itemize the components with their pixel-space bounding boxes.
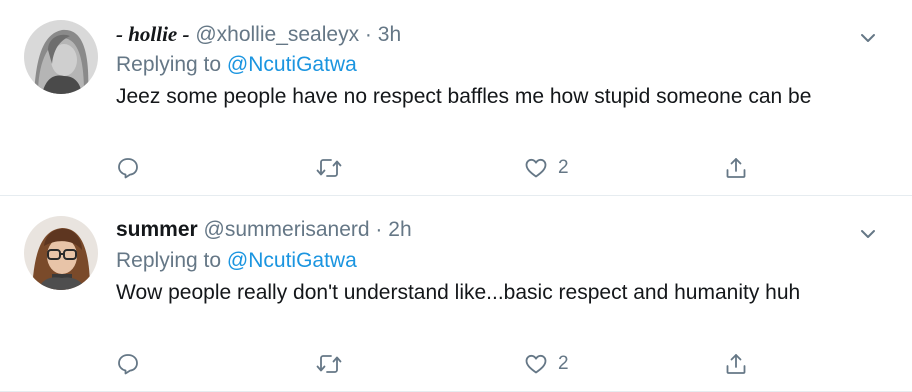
mention-link[interactable]: @NcutiGatwa xyxy=(227,249,357,272)
tweet-actions: 2 xyxy=(116,348,756,380)
display-name[interactable]: summer xyxy=(116,218,198,241)
replying-prefix: Replying to xyxy=(116,249,222,272)
like-button[interactable]: 2 xyxy=(524,152,569,184)
retweet-icon xyxy=(316,355,342,373)
reply-button[interactable] xyxy=(116,348,140,380)
avatar[interactable] xyxy=(24,216,98,290)
like-count: 2 xyxy=(558,353,569,374)
chevron-down-icon[interactable] xyxy=(858,28,878,48)
user-handle[interactable]: @summerisanerd xyxy=(204,218,370,241)
retweet-icon xyxy=(316,159,342,177)
separator-dot: · xyxy=(364,23,372,46)
avatar-photo xyxy=(24,216,98,290)
avatar[interactable] xyxy=(24,20,98,94)
tweet[interactable]: summer @summerisanerd · 2h Replying to @… xyxy=(0,196,912,392)
heart-icon xyxy=(525,354,547,374)
tweet-header: - hollie - @xhollie_sealeyx · 3h xyxy=(116,20,401,49)
reply-button[interactable] xyxy=(116,152,140,184)
reply-icon xyxy=(118,158,138,179)
share-button[interactable] xyxy=(724,348,748,380)
share-button[interactable] xyxy=(724,152,748,184)
separator-dot: · xyxy=(375,218,383,241)
reply-icon xyxy=(118,354,138,375)
share-icon xyxy=(726,158,746,178)
like-count: 2 xyxy=(558,157,569,178)
mention-link[interactable]: @NcutiGatwa xyxy=(227,53,357,76)
tweet-text: Wow people really don't understand like.… xyxy=(116,281,801,304)
replying-to-line: Replying to @NcutiGatwa xyxy=(116,247,357,275)
replying-to-line: Replying to @NcutiGatwa xyxy=(116,51,357,79)
tweet-header: summer @summerisanerd · 2h xyxy=(116,216,412,244)
like-button[interactable]: 2 xyxy=(524,348,569,380)
avatar-photo xyxy=(24,20,98,94)
retweet-button[interactable] xyxy=(316,152,342,184)
retweet-button[interactable] xyxy=(316,348,342,380)
timestamp[interactable]: 3h xyxy=(378,23,401,46)
chevron-down-icon[interactable] xyxy=(858,224,878,244)
timestamp[interactable]: 2h xyxy=(388,218,411,241)
heart-icon xyxy=(525,158,547,178)
replying-prefix: Replying to xyxy=(116,53,222,76)
share-icon xyxy=(726,354,746,374)
display-name[interactable]: - hollie - xyxy=(116,22,190,46)
tweet-text: Jeez some people have no respect baffles… xyxy=(116,85,812,108)
reply-feed: - hollie - @xhollie_sealeyx · 3h Replyin… xyxy=(0,0,912,392)
tweet-actions: 2 xyxy=(116,152,756,184)
user-handle[interactable]: @xhollie_sealeyx xyxy=(195,23,359,46)
tweet[interactable]: - hollie - @xhollie_sealeyx · 3h Replyin… xyxy=(0,0,912,196)
